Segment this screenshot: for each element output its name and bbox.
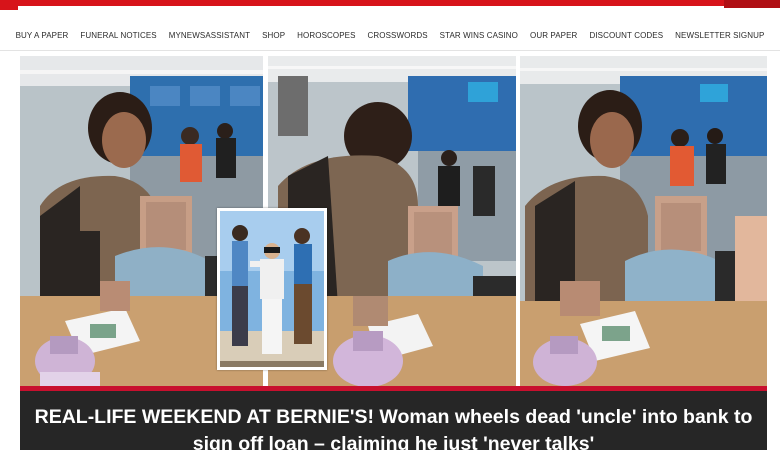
main-navigation: BUY A PAPER FUNERAL NOTICES MYNEWSASSIST…: [0, 20, 780, 51]
nav-crosswords[interactable]: CROSSWORDS: [368, 31, 428, 40]
nav-our-paper[interactable]: OUR PAPER: [530, 31, 577, 40]
headline-banner: REAL-LIFE WEEKEND AT BERNIE'S! Woman whe…: [20, 386, 767, 450]
nav-newsletter-signup[interactable]: NEWSLETTER SIGNUP: [675, 31, 764, 40]
nav-buy-a-paper[interactable]: BUY A PAPER: [16, 31, 69, 40]
site-logo[interactable]: [0, 0, 18, 10]
nav-horoscopes[interactable]: HOROSCOPES: [297, 31, 355, 40]
nav-mynewsassistant[interactable]: MYNEWSASSISTANT: [169, 31, 250, 40]
nav-discount-codes[interactable]: DISCOUNT CODES: [589, 31, 663, 40]
movie-poster-inset: [217, 208, 327, 370]
nav-funeral-notices[interactable]: FUNERAL NOTICES: [80, 31, 156, 40]
article-hero-collage[interactable]: [20, 56, 767, 386]
bank-scene-photo-3: [520, 56, 767, 386]
article-headline[interactable]: REAL-LIFE WEEKEND AT BERNIE'S! Woman whe…: [20, 391, 767, 450]
nav-shop[interactable]: SHOP: [262, 31, 285, 40]
site-top-bar: [0, 0, 780, 6]
nav-star-wins-casino[interactable]: STAR WINS CASINO: [440, 31, 518, 40]
top-bar-accent: [724, 0, 780, 8]
